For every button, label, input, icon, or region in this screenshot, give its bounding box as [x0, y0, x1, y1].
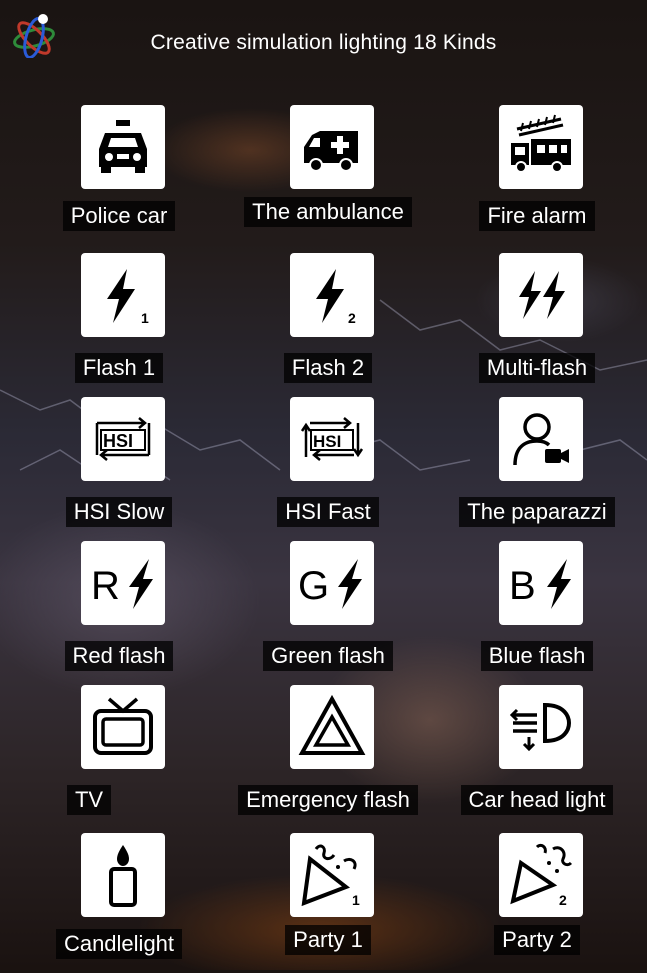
mode-label: Car head light [433, 785, 641, 815]
ambulance-icon [290, 105, 374, 189]
svg-text:B: B [509, 564, 536, 608]
mode-label: Green flash [224, 641, 432, 671]
mode-tv[interactable]: TV [15, 685, 223, 825]
mode-hsi-fast[interactable]: HSI HSI Fast [224, 397, 432, 537]
warning-triangle-icon [290, 685, 374, 769]
mode-police-car[interactable]: Police car [15, 105, 223, 245]
page-title: Creative simulation lighting 18 Kinds [150, 31, 497, 54]
mode-label: Party 2 [433, 925, 641, 955]
mode-party-1[interactable]: 1 Party 1 [224, 833, 432, 973]
green-flash-icon: G [290, 541, 374, 625]
flash-1-icon: 1 [81, 253, 165, 337]
mode-label: Fire alarm [433, 201, 641, 231]
mode-label: The paparazzi [433, 497, 641, 527]
mode-label: Candlelight [15, 929, 223, 959]
mode-fire-alarm[interactable]: Fire alarm [433, 105, 641, 245]
mode-label: Police car [15, 201, 223, 231]
svg-text:2: 2 [348, 310, 356, 326]
mode-hsi-slow[interactable]: HSI HSI Slow [15, 397, 223, 537]
multi-flash-icon [499, 253, 583, 337]
mode-label: Flash 2 [224, 353, 432, 383]
fire-truck-icon [499, 105, 583, 189]
mode-emergency-flash[interactable]: Emergency flash [224, 685, 432, 825]
mode-label: Emergency flash [224, 785, 432, 815]
mode-flash-2[interactable]: 2 Flash 2 [224, 253, 432, 393]
mode-red-flash[interactable]: R Red flash [15, 541, 223, 681]
mode-label: Multi-flash [433, 353, 641, 383]
svg-text:R: R [91, 564, 120, 608]
mode-label: Blue flash [433, 641, 641, 671]
mode-ambulance[interactable]: The ambulance [224, 105, 432, 245]
mode-car-head-light[interactable]: Car head light [433, 685, 641, 825]
mode-label: The ambulance [224, 197, 432, 227]
hsi-fast-icon: HSI [290, 397, 374, 481]
mode-candlelight[interactable]: Candlelight [15, 833, 223, 973]
police-car-icon [81, 105, 165, 189]
mode-label: HSI Slow [15, 497, 223, 527]
mode-paparazzi[interactable]: The paparazzi [433, 397, 641, 537]
candle-icon [81, 833, 165, 917]
svg-text:G: G [298, 564, 329, 608]
mode-party-2[interactable]: 2 Party 2 [433, 833, 641, 973]
headlight-icon [499, 685, 583, 769]
mode-label: HSI Fast [224, 497, 432, 527]
mode-label: Party 1 [224, 925, 432, 955]
svg-text:2: 2 [559, 892, 567, 908]
blue-flash-icon: B [499, 541, 583, 625]
svg-text:1: 1 [352, 892, 360, 908]
mode-label: Flash 1 [15, 353, 223, 383]
tv-icon [81, 685, 165, 769]
mode-green-flash[interactable]: G Green flash [224, 541, 432, 681]
mode-flash-1[interactable]: 1 Flash 1 [15, 253, 223, 393]
svg-text:1: 1 [141, 310, 149, 326]
red-flash-icon: R [81, 541, 165, 625]
party-popper-1-icon: 1 [290, 833, 374, 917]
flash-2-icon: 2 [290, 253, 374, 337]
svg-text:HSI: HSI [313, 432, 341, 451]
party-popper-2-icon: 2 [499, 833, 583, 917]
paparazzi-icon [499, 397, 583, 481]
hsi-slow-icon: HSI [81, 397, 165, 481]
mode-label: Red flash [15, 641, 223, 671]
mode-label: TV [0, 785, 193, 815]
svg-text:HSI: HSI [103, 431, 133, 451]
mode-blue-flash[interactable]: B Blue flash [433, 541, 641, 681]
mode-multi-flash[interactable]: Multi-flash [433, 253, 641, 393]
